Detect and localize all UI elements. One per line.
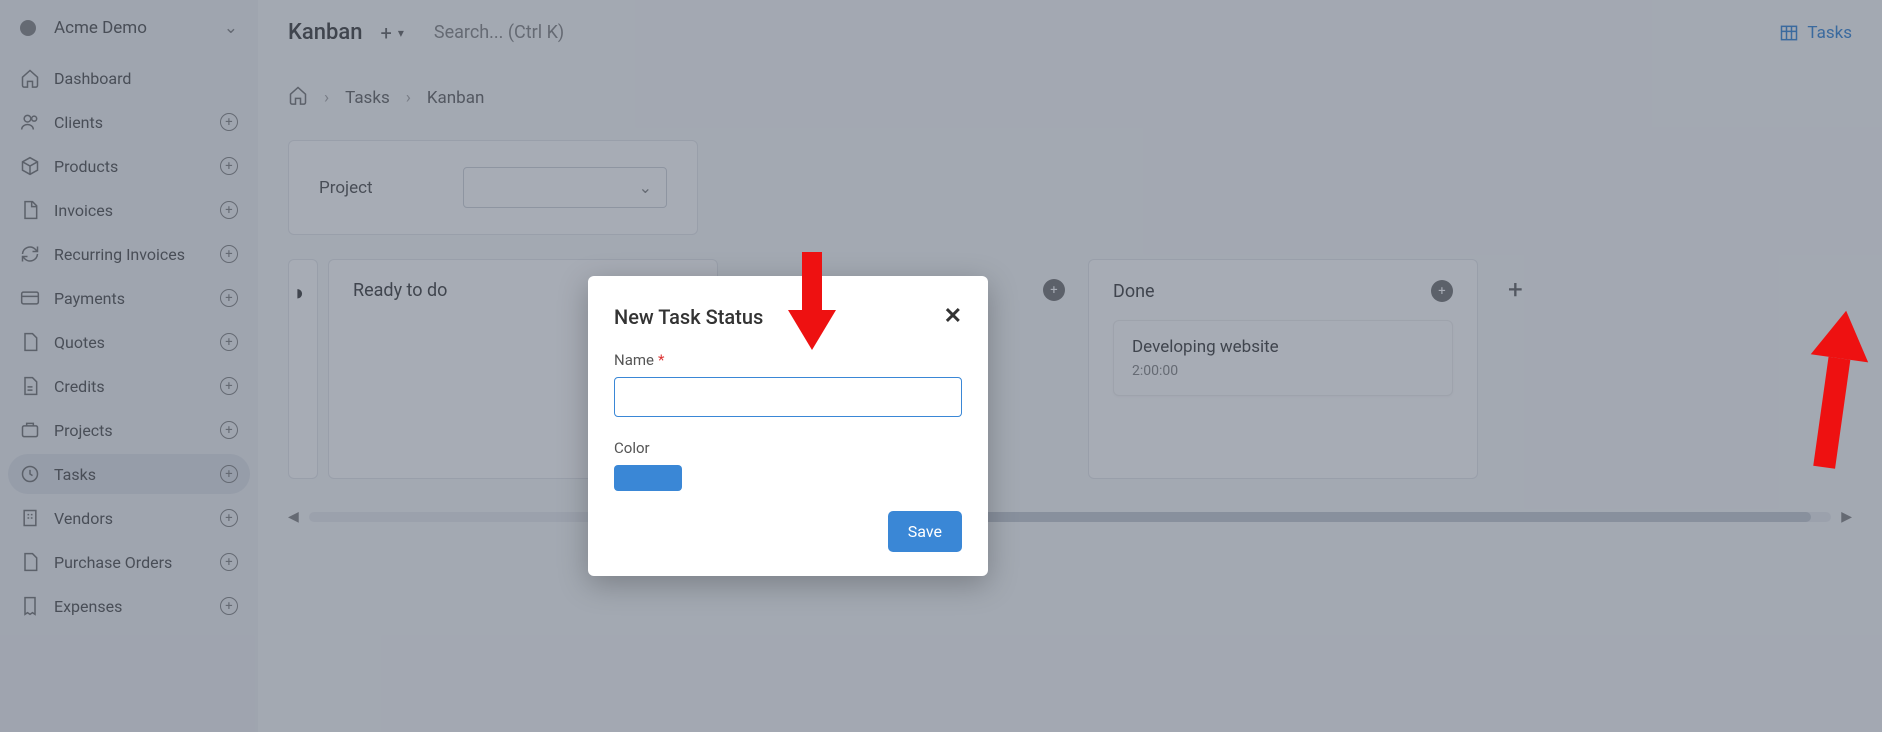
save-button[interactable]: Save [888,511,962,552]
color-swatch[interactable] [614,465,682,491]
modal-title: New Task Status [614,305,763,329]
close-icon[interactable]: ✕ [944,304,962,329]
required-indicator: * [658,351,664,369]
name-input[interactable] [614,377,962,417]
color-field-label: Color [614,439,650,457]
annotation-arrow-down-icon [788,252,836,362]
name-field-label: Name [614,351,654,369]
